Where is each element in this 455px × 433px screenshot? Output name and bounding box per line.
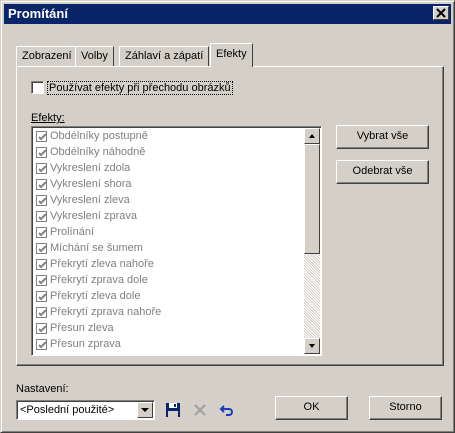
undo-settings-button[interactable]: [217, 400, 237, 420]
list-item-checkbox[interactable]: [36, 259, 47, 270]
undo-icon: [219, 405, 233, 416]
list-item[interactable]: Vykreslení zprava: [34, 209, 304, 225]
list-item-checkbox[interactable]: [36, 227, 47, 238]
use-effects-checkbox[interactable]: [31, 81, 44, 94]
list-item-checkbox[interactable]: [36, 195, 47, 206]
list-item-label: Vykreslení zprava: [50, 210, 138, 222]
arrow-up-icon: [309, 134, 315, 138]
arrow-down-icon: [309, 344, 315, 348]
list-item-label: Vykreslení shora: [50, 178, 132, 190]
delete-x-icon: [194, 404, 206, 416]
tab-volby[interactable]: Volby: [75, 46, 114, 66]
list-item-label: Přesun zleva: [50, 322, 114, 334]
scroll-thumb[interactable]: [304, 144, 320, 254]
list-item-checkbox[interactable]: [36, 147, 47, 158]
list-item-label: Překrytí zleva dole: [50, 290, 141, 302]
list-item-label: Vykreslení zleva: [50, 194, 130, 206]
select-all-button[interactable]: Vybrat vše: [336, 125, 429, 149]
list-item-checkbox[interactable]: [36, 179, 47, 190]
checkmark-icon: [38, 293, 47, 301]
checkmark-icon: [38, 149, 47, 157]
list-item[interactable]: Překrytí zprava nahoře: [34, 305, 304, 321]
settings-dropdown-button[interactable]: [137, 402, 153, 418]
tab-zahlavi-a-zapati[interactable]: Záhlaví a zápatí: [119, 46, 210, 66]
close-button[interactable]: [433, 6, 449, 20]
tab-zobrazeni[interactable]: Zobrazení: [16, 46, 78, 66]
delete-settings-button[interactable]: [190, 400, 210, 420]
list-item[interactable]: Vykreslení zleva: [34, 193, 304, 209]
list-item[interactable]: Míchání se šumem: [34, 241, 304, 257]
checkmark-icon: [38, 133, 47, 141]
list-item-checkbox[interactable]: [36, 275, 47, 286]
checkmark-icon: [38, 245, 47, 253]
list-item-label: Překrytí zleva nahoře: [50, 258, 154, 270]
effects-scrollbar[interactable]: [304, 128, 320, 354]
list-item-label: Obdélníky postupně: [50, 130, 148, 142]
list-item[interactable]: Obdélníky náhodně: [34, 145, 304, 161]
list-item-label: Obdélníky náhodně: [50, 146, 146, 158]
checkmark-icon: [38, 165, 47, 173]
list-item[interactable]: Překrytí zprava dole: [34, 273, 304, 289]
list-item-checkbox[interactable]: [36, 307, 47, 318]
window-title: Promítání: [8, 6, 68, 21]
scroll-up-button[interactable]: [304, 128, 320, 144]
effects-list-label-text: Efekty:: [31, 112, 65, 124]
checkmark-icon: [38, 181, 47, 189]
list-item-label: Překrytí zprava dole: [50, 274, 148, 286]
list-item-label: Přesun zprava: [50, 338, 121, 350]
list-item[interactable]: Přesun zleva: [34, 321, 304, 337]
checkmark-icon: [38, 341, 47, 349]
scroll-down-button[interactable]: [304, 338, 320, 354]
list-item[interactable]: Přesun zprava: [34, 337, 304, 353]
ok-label: OK: [303, 401, 320, 413]
ok-button[interactable]: OK: [275, 396, 348, 420]
effects-list-label: Efekty:: [31, 112, 65, 124]
close-icon: [436, 8, 446, 18]
list-item-label: Vykreslení zdola: [50, 162, 131, 174]
tab-efekty[interactable]: Efekty: [210, 43, 253, 67]
checkmark-icon: [38, 213, 47, 221]
effects-listbox[interactable]: Obdélníky postupně Obdélníky náhodně Vykre…: [31, 126, 322, 356]
checkmark-icon: [38, 309, 47, 317]
list-item-checkbox[interactable]: [36, 163, 47, 174]
tab-label: Efekty: [216, 48, 247, 60]
settings-select[interactable]: <Poslední použité>: [16, 400, 155, 420]
list-item[interactable]: Překrytí zleva nahoře: [34, 257, 304, 273]
tab-label: Zobrazení: [22, 50, 72, 62]
checkmark-icon: [38, 229, 47, 237]
chevron-down-icon: [141, 408, 149, 412]
deselect-all-button[interactable]: Odebrat vše: [336, 160, 429, 184]
use-effects-label[interactable]: Používat efekty při přechodu obrázků: [47, 81, 233, 95]
checkmark-icon: [38, 325, 47, 333]
cancel-button[interactable]: Storno: [369, 396, 442, 420]
list-item[interactable]: Vykreslení shora: [34, 177, 304, 193]
checkmark-icon: [38, 261, 47, 269]
list-item-checkbox[interactable]: [36, 211, 47, 222]
list-item-label: Míchání se šumem: [50, 242, 143, 254]
list-item[interactable]: Vykreslení zdola: [34, 161, 304, 177]
list-item-checkbox[interactable]: [36, 323, 47, 334]
list-item-label: Překrytí zprava nahoře: [50, 306, 162, 318]
list-item[interactable]: Překrytí zleva dole: [34, 289, 304, 305]
floppy-disk-icon: [166, 403, 180, 417]
title-bar[interactable]: Promítání: [4, 4, 451, 24]
save-settings-button[interactable]: [163, 400, 183, 420]
checkmark-icon: [38, 277, 47, 285]
settings-select-value: <Poslední použité>: [20, 404, 115, 416]
list-item-checkbox[interactable]: [36, 291, 47, 302]
list-item[interactable]: Prolínání: [34, 225, 304, 241]
tab-label: Záhlaví a zápatí: [125, 50, 204, 62]
checkmark-icon: [38, 197, 47, 205]
settings-label: Nastavení:: [16, 383, 69, 395]
deselect-all-label: Odebrat vše: [352, 165, 413, 177]
list-item-checkbox[interactable]: [36, 339, 47, 350]
cancel-label: Storno: [389, 401, 422, 413]
dialog-window: Promítání Zobrazení Volby Záhlaví a zápa…: [0, 0, 455, 433]
tab-label: Volby: [81, 50, 108, 62]
list-item-checkbox[interactable]: [36, 131, 47, 142]
list-item[interactable]: Obdélníky postupně: [34, 129, 304, 145]
list-item-label: Prolínání: [50, 226, 95, 238]
select-all-label: Vybrat vše: [356, 130, 409, 142]
list-item-checkbox[interactable]: [36, 243, 47, 254]
